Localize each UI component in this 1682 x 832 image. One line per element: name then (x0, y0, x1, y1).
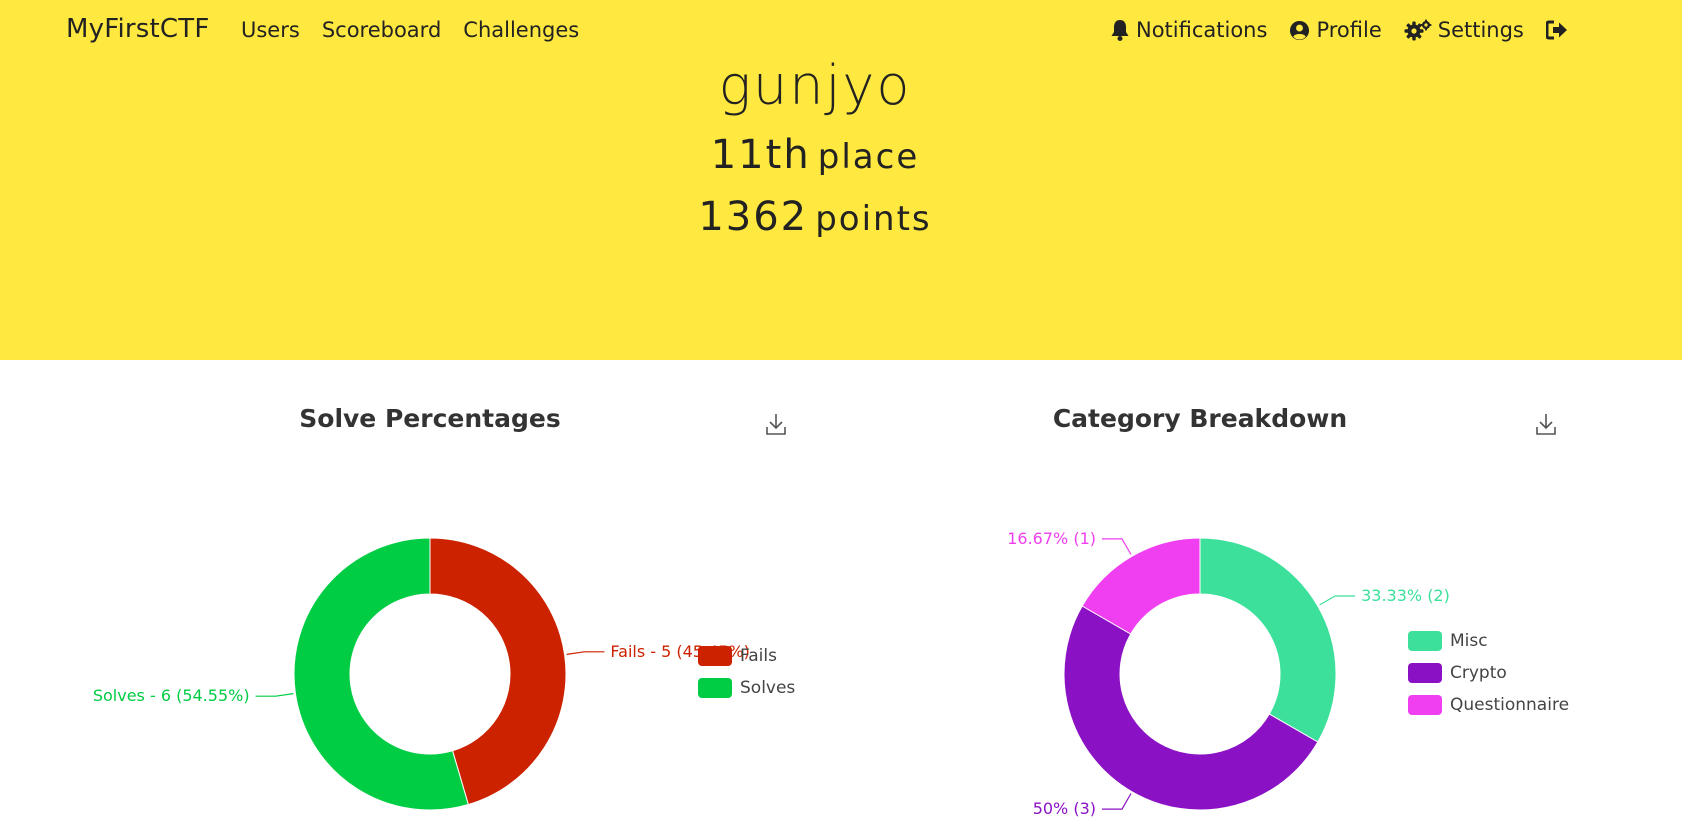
nav-notifications-link[interactable]: Notifications (1110, 18, 1267, 42)
legend-label-misc: Misc (1450, 631, 1488, 651)
category-breakdown-title: Category Breakdown (1052, 404, 1348, 433)
user-name: gunjyo (718, 54, 912, 117)
solve-percentages-legend: Fails Solves (698, 640, 795, 704)
legend-label-questionnaire: Questionnaire (1450, 695, 1570, 715)
category-chart-leader-questionnaire (1102, 538, 1132, 555)
points-number: 1362 (698, 194, 809, 240)
settings-label: Settings (1437, 18, 1524, 42)
download-icon[interactable] (765, 412, 787, 436)
solves-chart-leader-solves (255, 693, 294, 697)
nav-users-link[interactable]: Users (241, 18, 300, 42)
notifications-label: Notifications (1136, 18, 1268, 42)
user-circle-icon (1290, 20, 1310, 40)
category-chart-label-misc: 33.33% (2) (1361, 586, 1450, 605)
nav-right: Notifications Profile Settings (1110, 18, 1568, 42)
profile-label: Profile (1316, 18, 1382, 42)
legend-label-fails: Fails (740, 646, 777, 666)
legend-swatch-questionnaire (1408, 695, 1442, 715)
legend-label-crypto: Crypto (1450, 663, 1507, 683)
profile-hero: MyFirstCTF Users Scoreboard Challenges N… (0, 0, 1682, 360)
nav-logout-link[interactable] (1545, 20, 1568, 40)
user-points: 1362 points (0, 194, 1630, 240)
category-breakdown-legend: Misc Crypto Questionnaire (1408, 625, 1569, 721)
legend-label-solves: Solves (740, 678, 796, 698)
sign-out-icon (1545, 20, 1567, 40)
download-icon[interactable] (1535, 412, 1557, 436)
category-chart-label-questionnaire: 16.67% (1) (1007, 529, 1096, 548)
cogs-icon (1404, 19, 1432, 41)
category-chart-label-crypto: 50% (3) (1033, 799, 1096, 818)
legend-swatch-crypto (1408, 663, 1442, 683)
nav-settings-link[interactable]: Settings (1404, 18, 1524, 42)
legend-item-crypto[interactable]: Crypto (1408, 657, 1569, 689)
solve-percentages-title: Solve Percentages (299, 404, 561, 433)
solves-chart-label-solves: Solves - 6 (54.55%) (93, 686, 250, 705)
legend-item-fails[interactable]: Fails (698, 640, 795, 672)
legend-swatch-solves (698, 678, 732, 698)
legend-swatch-fails (698, 646, 732, 666)
user-place: 11th place (0, 132, 1630, 178)
category-chart-leader-misc (1319, 595, 1356, 606)
place-word: place (817, 137, 920, 177)
solves-chart-leader-fails (566, 651, 605, 655)
bell-icon (1111, 20, 1129, 41)
category-chart-slice-misc[interactable] (1199, 537, 1337, 743)
nav-left: Users Scoreboard Challenges (241, 18, 579, 42)
category-chart-leader-crypto (1102, 793, 1132, 810)
brand-link[interactable]: MyFirstCTF (66, 14, 210, 44)
legend-item-misc[interactable]: Misc (1408, 625, 1569, 657)
legend-item-questionnaire[interactable]: Questionnaire (1408, 689, 1569, 721)
legend-item-solves[interactable]: Solves (698, 672, 795, 704)
points-word: points (815, 199, 932, 239)
place-number: 11th (710, 132, 811, 178)
nav-challenges-link[interactable]: Challenges (463, 18, 579, 42)
nav-profile-link[interactable]: Profile (1289, 18, 1382, 42)
nav-scoreboard-link[interactable]: Scoreboard (322, 18, 441, 42)
solve-percentages-chart: Fails - 5 (45.45%)Solves - 6 (54.55%) (93, 537, 750, 811)
legend-swatch-misc (1408, 631, 1442, 651)
